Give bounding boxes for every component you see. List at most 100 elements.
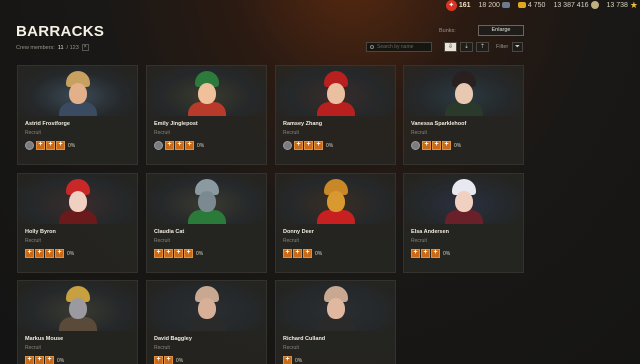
add-skill-icon[interactable]: + <box>293 249 302 258</box>
add-skill-icon[interactable]: + <box>55 249 64 258</box>
crew-rank: Recruit <box>283 238 299 244</box>
skill-slots: + + +0% <box>154 141 204 150</box>
add-skill-icon[interactable]: + <box>421 249 430 258</box>
perk-icon <box>154 141 163 150</box>
crew-card[interactable]: Holly Byron Recruit + + + +0% <box>17 173 138 273</box>
add-skill-icon[interactable]: + <box>174 249 183 258</box>
add-skill-icon[interactable]: + <box>165 141 174 150</box>
crew-card[interactable]: David Baggley Recruit + +0% <box>146 280 267 364</box>
add-skill-icon[interactable]: + <box>175 141 184 150</box>
skill-progress: 0% <box>196 250 204 257</box>
crew-rank: Recruit <box>283 130 299 136</box>
perk-icon <box>411 141 420 150</box>
crew-card[interactable]: Astrid Frostforge Recruit + + +0% <box>17 65 138 165</box>
add-skill-icon[interactable]: + <box>35 249 44 258</box>
crew-name: Ramsey Zhang <box>283 121 323 127</box>
add-skill-icon[interactable]: + <box>46 141 55 150</box>
crew-portrait <box>276 174 395 224</box>
perk-icon <box>25 141 34 150</box>
add-skill-icon[interactable]: + <box>314 141 323 150</box>
fire-counter[interactable]: ✦ 161 <box>445 0 471 11</box>
free-xp-counter[interactable]: 13 738 ★ <box>607 0 639 11</box>
sort-descending-icon[interactable]: ⇣ <box>460 42 473 52</box>
skill-progress: 0% <box>176 357 184 364</box>
avatar <box>58 177 97 224</box>
credits-counter[interactable]: 13 387 416 <box>553 1 599 9</box>
crew-name: Holly Byron <box>25 229 56 235</box>
crew-card[interactable]: Richard Culland Recruit +0% <box>275 280 396 364</box>
add-skill-icon[interactable]: + <box>164 356 173 364</box>
page-title: BARRACKS <box>16 23 105 40</box>
add-skill-icon[interactable]: + <box>35 356 44 364</box>
crew-portrait <box>18 174 137 224</box>
add-skill-icon[interactable]: + <box>184 249 193 258</box>
add-skill-icon[interactable]: + <box>432 141 441 150</box>
skill-slots: + + +0% <box>283 141 333 150</box>
crew-name: Richard Culland <box>283 336 326 342</box>
add-skill-icon[interactable]: + <box>431 249 440 258</box>
crew-rank: Recruit <box>154 345 170 351</box>
add-skill-icon[interactable]: + <box>154 356 163 364</box>
sort-by-rank-icon[interactable]: ⇩ <box>444 42 457 52</box>
crew-portrait <box>18 281 137 331</box>
enlarge-button[interactable]: Enlarge <box>478 25 524 36</box>
crew-portrait <box>147 66 266 116</box>
crew-card[interactable]: Ramsey Zhang Recruit + + +0% <box>275 65 396 165</box>
crew-card[interactable]: Emily Jinglepost Recruit + + +0% <box>146 65 267 165</box>
avatar <box>444 177 483 224</box>
search-input[interactable]: Search by name <box>366 42 432 52</box>
add-skill-icon[interactable]: + <box>422 141 431 150</box>
crew-card[interactable]: Claudia Cat Recruit + + + +0% <box>146 173 267 273</box>
avatar <box>58 69 97 116</box>
add-skill-icon[interactable]: + <box>304 141 313 150</box>
skill-progress: 0% <box>197 142 205 149</box>
add-skill-icon[interactable]: + <box>36 141 45 150</box>
add-skill-icon[interactable]: + <box>25 249 34 258</box>
crew-portrait <box>404 66 523 116</box>
close-icon[interactable]: × <box>81 44 89 51</box>
add-skill-icon[interactable]: + <box>283 356 292 364</box>
skill-progress: 0% <box>67 250 75 257</box>
skill-slots: + +0% <box>154 356 183 364</box>
skill-slots: + + +0% <box>283 249 322 258</box>
gold-icon <box>517 2 526 8</box>
add-skill-icon[interactable]: + <box>411 249 420 258</box>
add-skill-icon[interactable]: + <box>294 141 303 150</box>
add-skill-icon[interactable]: + <box>56 141 65 150</box>
add-skill-icon[interactable]: + <box>154 249 163 258</box>
crew-card[interactable]: Vanessa Sparklehoof Recruit + + +0% <box>403 65 524 165</box>
skill-slots: + + + +0% <box>25 249 74 258</box>
crew-card[interactable]: Donny Deer Recruit + + +0% <box>275 173 396 273</box>
currency-bar: ✦ 161 18 200 4 750 13 387 416 13 738 ★ <box>445 0 640 11</box>
add-skill-icon[interactable]: + <box>164 249 173 258</box>
add-skill-icon[interactable]: + <box>25 356 34 364</box>
skill-progress: 0% <box>295 357 303 364</box>
avatar <box>316 284 355 331</box>
add-skill-icon[interactable]: + <box>45 356 54 364</box>
gold-counter[interactable]: 4 750 <box>517 2 545 9</box>
filter-icon[interactable]: ⏷ <box>512 42 523 52</box>
bonds-counter[interactable]: 18 200 <box>479 2 510 9</box>
sort-ascending-icon[interactable]: ⇡ <box>476 42 489 52</box>
avatar <box>316 177 355 224</box>
add-skill-icon[interactable]: + <box>185 141 194 150</box>
add-skill-icon[interactable]: + <box>283 249 292 258</box>
crew-name: Claudia Cat <box>154 229 185 235</box>
avatar <box>58 284 97 331</box>
skill-slots: + + +0% <box>25 356 64 364</box>
crew-name: Markus Mouse <box>25 336 64 342</box>
crew-rank: Recruit <box>411 238 427 244</box>
crew-card[interactable]: Elsa Andersen Recruit + + +0% <box>403 173 524 273</box>
search-icon <box>370 45 374 49</box>
skill-progress: 0% <box>454 142 462 149</box>
avatar <box>316 69 355 116</box>
add-skill-icon[interactable]: + <box>303 249 312 258</box>
skill-progress: 0% <box>326 142 334 149</box>
add-skill-icon[interactable]: + <box>442 141 451 150</box>
crew-card[interactable]: Markus Mouse Recruit + + +0% <box>17 280 138 364</box>
crew-rank: Recruit <box>25 345 41 351</box>
add-skill-icon[interactable]: + <box>45 249 54 258</box>
crew-rank: Recruit <box>25 130 41 136</box>
fire-icon: ✦ <box>445 0 457 11</box>
skill-slots: + + +0% <box>411 249 450 258</box>
